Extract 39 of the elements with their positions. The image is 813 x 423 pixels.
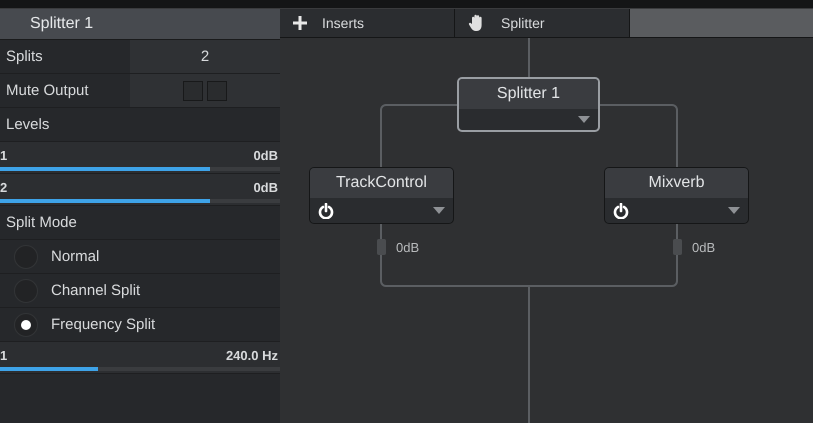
gain-fader-handle[interactable]	[377, 239, 386, 255]
channel-number: 2	[0, 180, 8, 195]
slider-track[interactable]	[0, 199, 280, 203]
radio-label[interactable]: Channel Split	[51, 282, 140, 299]
gain-fader-handle[interactable]	[673, 239, 682, 255]
plugin-node[interactable]: TrackControl	[309, 167, 454, 224]
dropdown-caret-icon[interactable]	[728, 207, 740, 214]
field-label: Mute Output	[5, 82, 90, 99]
power-icon[interactable]	[318, 202, 334, 218]
gain-reading: 0dB	[692, 240, 716, 254]
panel-title: Splitter 1	[0, 9, 280, 40]
dropdown-caret-icon[interactable]	[578, 116, 590, 123]
power-icon[interactable]	[613, 202, 629, 218]
slider-reading: 0dB	[253, 148, 278, 163]
slider-track[interactable]	[0, 167, 280, 171]
plugin-node[interactable]: Mixverb	[604, 167, 749, 224]
checkbox[interactable]	[207, 80, 227, 100]
slider-track[interactable]	[0, 367, 280, 371]
plus-icon	[292, 15, 308, 31]
gain-reading: 0dB	[396, 240, 420, 254]
channel-number: 1	[0, 348, 8, 363]
splits-value-field[interactable]: 2	[130, 40, 280, 73]
checkbox[interactable]	[183, 80, 203, 100]
tab[interactable]: Splitter	[455, 9, 630, 37]
radio-button[interactable]	[14, 312, 38, 336]
splitter-node[interactable]: Splitter 1	[457, 77, 600, 132]
tab[interactable]: Inserts	[280, 9, 455, 37]
field-label: Splits	[5, 48, 44, 65]
section-label: Split Mode	[5, 214, 78, 231]
channel-number: 1	[0, 148, 8, 163]
radio-label[interactable]: Normal	[51, 248, 100, 265]
radio-label[interactable]: Frequency Split	[51, 316, 156, 333]
section-label: Levels	[5, 116, 50, 133]
slider-reading: 240.0 Hz	[226, 348, 278, 363]
node-name: TrackControl	[310, 168, 453, 198]
node-name: Mixverb	[605, 168, 748, 198]
dropdown-caret-icon[interactable]	[433, 207, 445, 214]
node-name: Splitter 1	[459, 79, 598, 109]
slider-reading: 0dB	[253, 180, 278, 195]
